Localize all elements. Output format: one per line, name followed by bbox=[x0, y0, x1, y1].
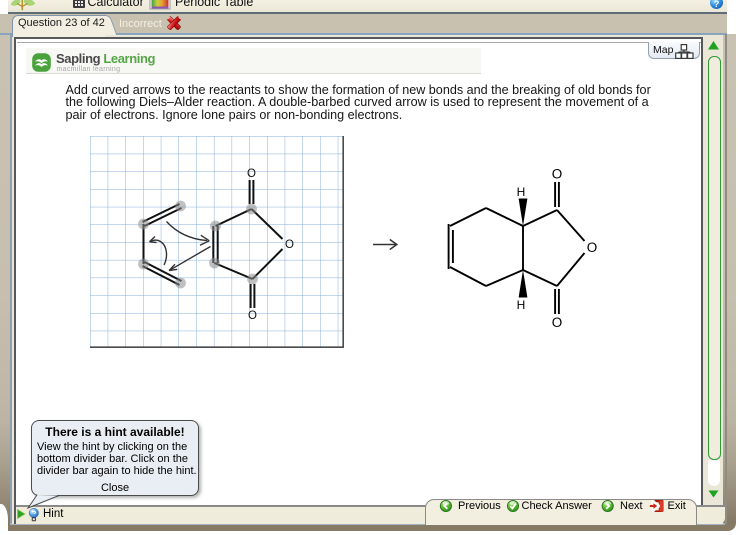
svg-text:O: O bbox=[248, 310, 257, 322]
svg-text:O: O bbox=[285, 239, 294, 251]
svg-text:O: O bbox=[587, 240, 598, 255]
svg-text:?: ? bbox=[714, 0, 720, 10]
svg-text:H: H bbox=[517, 185, 526, 199]
svg-text:O: O bbox=[552, 167, 563, 182]
svg-text:H: H bbox=[517, 298, 526, 312]
svg-text:O: O bbox=[247, 168, 256, 180]
svg-text:O: O bbox=[552, 315, 563, 330]
